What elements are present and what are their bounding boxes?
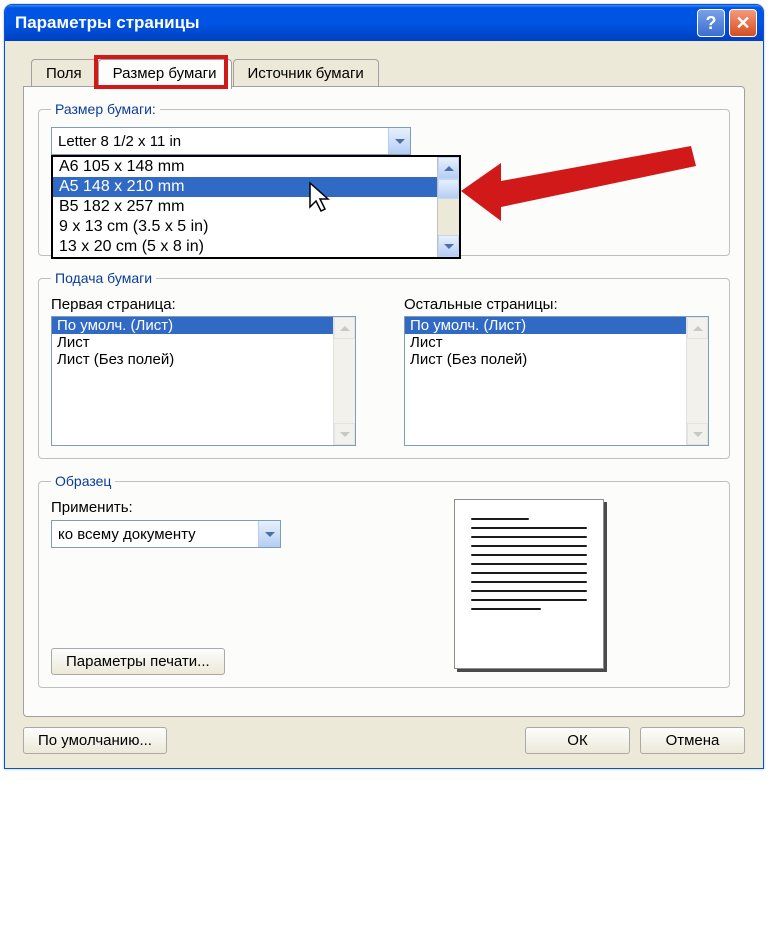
close-button[interactable]: ✕ (729, 9, 757, 37)
tab-paper-size-label: Размер бумаги (113, 65, 217, 82)
print-options-button[interactable]: Параметры печати... (51, 648, 225, 675)
scroll-up-button (334, 317, 355, 339)
sample-group: Образец Применить: ко всему документу Па… (38, 473, 730, 688)
paper-size-select-value: Letter 8 1/2 x 11 in (52, 133, 388, 150)
list-item[interactable]: Лист (Без полей) (405, 351, 686, 368)
close-icon: ✕ (735, 13, 750, 34)
chevron-down-icon (340, 432, 350, 437)
paper-feed-group: Подача бумаги Первая страница: По умолч.… (38, 270, 730, 459)
listbox-scrollbar (333, 317, 355, 445)
cancel-button-label: Отмена (666, 732, 720, 749)
window-title: Параметры страницы (15, 13, 693, 33)
tab-row: Поля Размер бумаги Источник бумаги (23, 59, 745, 87)
apply-to-select-button[interactable] (258, 521, 280, 547)
ok-button[interactable]: ОК (525, 727, 630, 754)
scroll-thumb[interactable] (438, 179, 459, 199)
paper-size-option[interactable]: 9 x 13 cm (3.5 x 5 in) (53, 217, 437, 237)
print-options-label: Параметры печати... (66, 653, 210, 670)
list-item[interactable]: Лист (52, 334, 333, 351)
list-item[interactable]: Лист (405, 334, 686, 351)
chevron-up-icon (340, 326, 350, 331)
other-pages-listbox[interactable]: По умолч. (Лист) Лист Лист (Без полей) (404, 316, 709, 446)
sample-legend: Образец (51, 473, 115, 489)
default-button[interactable]: По умолчанию... (23, 727, 167, 754)
tab-paper-source-label: Источник бумаги (248, 65, 364, 82)
apply-to-value: ко всему документу (52, 526, 258, 543)
default-button-label: По умолчанию... (38, 732, 152, 749)
scroll-down-button[interactable] (438, 235, 459, 257)
help-button[interactable]: ? (697, 9, 725, 37)
list-item[interactable]: Лист (Без полей) (52, 351, 333, 368)
cancel-button[interactable]: Отмена (640, 727, 745, 754)
scroll-down-button (687, 423, 708, 445)
dropdown-scrollbar[interactable] (437, 157, 459, 257)
paper-size-dropdown[interactable]: A6 105 x 148 mm A5 148 x 210 mm B5 182 x… (51, 155, 461, 259)
scroll-track (687, 339, 708, 423)
list-item[interactable]: По умолч. (Лист) (52, 317, 333, 334)
help-icon: ? (706, 13, 717, 34)
chevron-down-icon (693, 432, 703, 437)
chevron-up-icon (693, 326, 703, 331)
apply-to-label: Применить: (51, 499, 311, 516)
tab-margins[interactable]: Поля (31, 59, 97, 87)
ok-button-label: ОК (567, 732, 587, 749)
list-item[interactable]: По умолч. (Лист) (405, 317, 686, 334)
chevron-up-icon (444, 166, 454, 171)
scroll-down-button (334, 423, 355, 445)
scroll-track[interactable] (438, 199, 459, 235)
paper-size-select-button[interactable] (388, 128, 410, 154)
scroll-up-button[interactable] (438, 157, 459, 179)
paper-size-legend: Размер бумаги: (51, 101, 160, 117)
tab-paper-source[interactable]: Источник бумаги (233, 59, 379, 87)
first-page-listbox[interactable]: По умолч. (Лист) Лист Лист (Без полей) (51, 316, 356, 446)
tab-page: Размер бумаги: Letter 8 1/2 x 11 in A6 1… (23, 86, 745, 717)
page-setup-dialog: Параметры страницы ? ✕ Поля Размер бумаг… (4, 4, 764, 769)
paper-size-option[interactable]: B5 182 x 257 mm (53, 197, 437, 217)
apply-to-select[interactable]: ко всему документу (51, 520, 281, 548)
listbox-scrollbar (686, 317, 708, 445)
other-pages-label: Остальные страницы: (404, 296, 717, 313)
scroll-track (334, 339, 355, 423)
chevron-down-icon (395, 139, 405, 144)
paper-feed-legend: Подача бумаги (51, 270, 156, 286)
paper-size-option[interactable]: A5 148 x 210 mm (53, 177, 437, 197)
scroll-up-button (687, 317, 708, 339)
tab-paper-size[interactable]: Размер бумаги (98, 59, 232, 89)
chevron-down-icon (444, 244, 454, 249)
paper-size-select[interactable]: Letter 8 1/2 x 11 in (51, 127, 411, 155)
titlebar: Параметры страницы ? ✕ (5, 5, 763, 41)
paper-size-option[interactable]: A6 105 x 148 mm (53, 157, 437, 177)
first-page-label: Первая страница: (51, 296, 364, 313)
tab-margins-label: Поля (46, 65, 82, 82)
paper-size-option[interactable]: 13 x 20 cm (5 x 8 in) (53, 237, 437, 257)
paper-size-group: Размер бумаги: Letter 8 1/2 x 11 in A6 1… (38, 101, 730, 256)
page-preview (454, 499, 604, 669)
annotation-arrow (461, 141, 711, 261)
chevron-down-icon (265, 532, 275, 537)
